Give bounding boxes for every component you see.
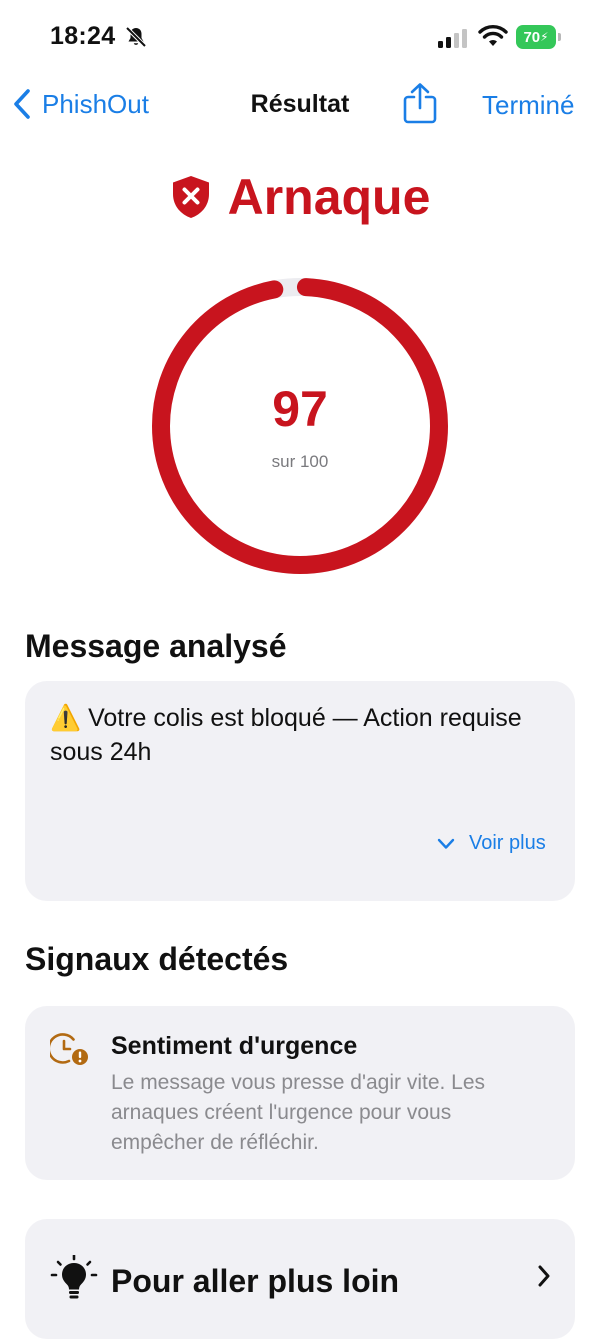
chevron-right-icon — [538, 1265, 550, 1287]
cellular-signal-icon — [438, 29, 467, 48]
wifi-icon — [478, 25, 508, 46]
signals-section-title: Signaux détectés — [25, 941, 289, 977]
message-card: ⚠️ Votre colis est bloqué — Action requi… — [25, 681, 575, 901]
battery-charging-icon: 70 ⚡ — [516, 25, 562, 49]
analyzed-message-text: ⚠️ Votre colis est bloqué — Action requi… — [50, 704, 522, 766]
lightbulb-icon — [50, 1255, 98, 1299]
score-value: 97 — [272, 381, 328, 437]
share-icon[interactable] — [402, 82, 438, 124]
status-time: 18:24 — [50, 22, 116, 50]
signal-card[interactable]: Sentiment d'urgence Le message vous pres… — [25, 1006, 575, 1180]
score-max-label: sur 100 — [271, 452, 329, 471]
chevron-down-icon — [437, 838, 455, 849]
see-more-label: Voir plus — [469, 832, 546, 854]
back-button[interactable]: PhishOut — [12, 86, 149, 122]
verdict-label: Arnaque — [227, 169, 431, 225]
shield-x-icon — [172, 176, 209, 218]
verdict-header: Arnaque — [0, 168, 600, 226]
clock-alert-icon — [50, 1033, 88, 1065]
go-further-title: Pour aller plus loin — [111, 1263, 400, 1299]
signal-title: Sentiment d'urgence — [111, 1032, 358, 1060]
chevron-left-icon — [14, 89, 30, 119]
back-label: PhishOut — [42, 88, 149, 119]
message-section-title: Message analysé — [25, 628, 287, 664]
go-further-row[interactable]: Pour aller plus loin — [25, 1219, 575, 1339]
done-button[interactable]: Terminé — [482, 90, 574, 121]
battery-level: 70 — [523, 28, 541, 46]
see-more-button[interactable]: Voir plus — [437, 832, 546, 855]
bell-slash-icon — [125, 26, 147, 48]
signal-description: Le message vous presse d'agir vite. Les … — [111, 1071, 486, 1154]
